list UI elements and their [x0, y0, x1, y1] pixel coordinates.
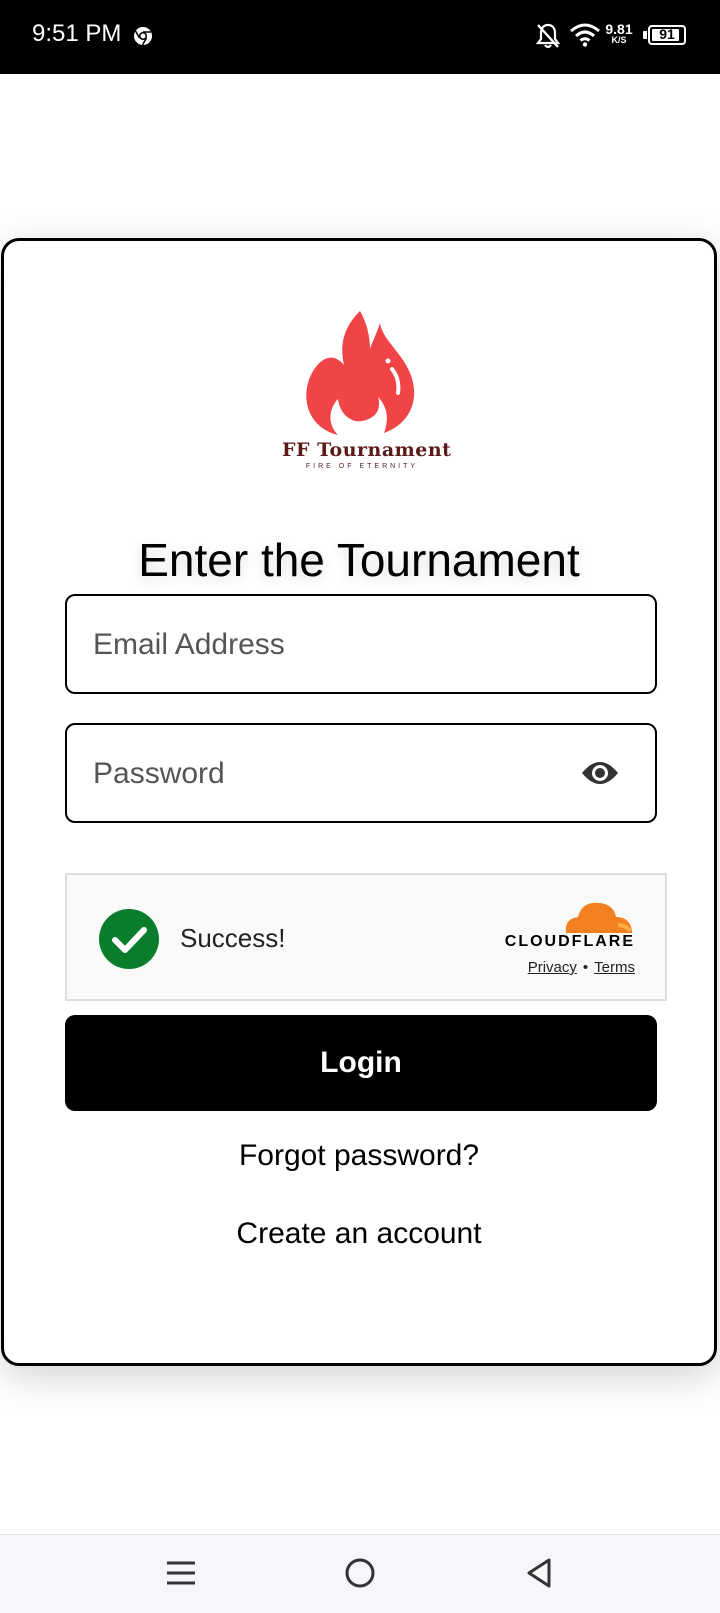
status-time: 9:51 PM	[32, 20, 122, 47]
cloudflare-captcha: Success! CLOUDFLARE Privacy • Terms	[65, 873, 667, 1001]
captcha-status: Success!	[180, 923, 286, 953]
cloudflare-wordmark: CLOUDFLARE	[504, 933, 635, 950]
brand-name: FF Tournament	[282, 439, 452, 461]
battery-tip	[643, 31, 647, 39]
email-field-box	[65, 594, 657, 694]
flame-icon	[306, 311, 415, 435]
battery-icon: 91	[648, 25, 686, 45]
create-account-link[interactable]: Create an account	[4, 1217, 714, 1251]
status-bar: 9:51 PM 9.81 K/S 91	[0, 0, 720, 74]
brand-tagline: FIRE OF ETERNITY	[305, 463, 419, 470]
chrome-icon	[134, 27, 152, 46]
link-separator: •	[582, 959, 589, 976]
terms-link[interactable]: Terms	[594, 959, 635, 976]
success-check-icon	[99, 909, 159, 969]
password-field-box	[65, 723, 657, 823]
email-input[interactable]	[91, 620, 555, 670]
forgot-password-link[interactable]: Forgot password?	[4, 1139, 714, 1173]
wifi-icon	[570, 23, 600, 47]
login-card: FF Tournament FIRE OF ETERNITY Enter the…	[1, 238, 717, 1366]
privacy-link[interactable]: Privacy	[528, 959, 577, 976]
page-title: Enter the Tournament	[138, 534, 580, 586]
system-nav-bar	[0, 1534, 720, 1613]
battery-level: 91	[659, 26, 675, 42]
brand-logo: FF Tournament FIRE OF ETERNITY	[282, 311, 452, 476]
password-input[interactable]	[91, 749, 555, 799]
home-icon[interactable]	[342, 1555, 378, 1591]
login-button[interactable]: Login	[65, 1015, 657, 1111]
bell-off-icon	[535, 23, 561, 49]
eye-icon[interactable]	[581, 757, 619, 789]
menu-icon[interactable]	[163, 1555, 199, 1591]
back-icon[interactable]	[521, 1555, 557, 1591]
network-speed-value: 9.81	[605, 21, 633, 37]
network-speed: 9.81 K/S	[604, 22, 634, 45]
captcha-links: Privacy • Terms	[528, 959, 635, 976]
network-speed-unit: K/S	[611, 35, 627, 45]
